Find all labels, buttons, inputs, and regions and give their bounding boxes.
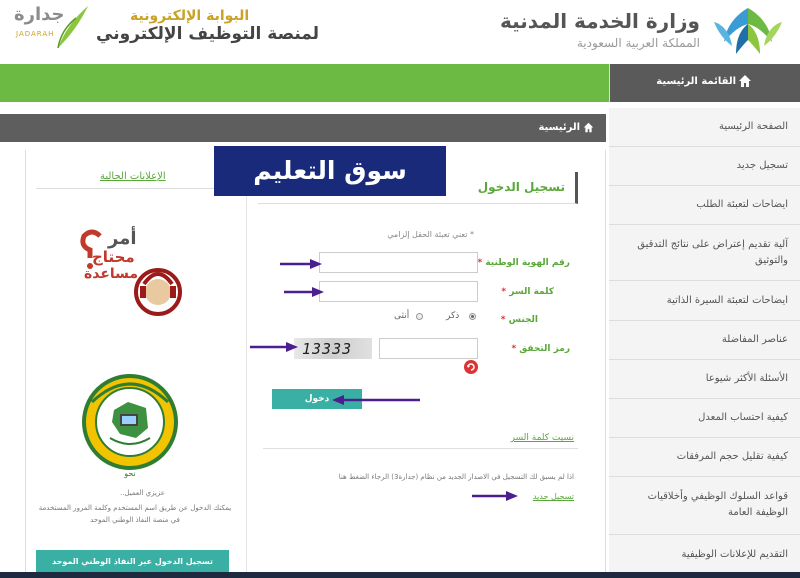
required-note: * تعني تعبئة الحقل إلزامي [387,230,474,239]
portal-label-small: البوابة الإلكترونية [130,8,250,24]
help-text-2: محتاج [92,248,135,266]
os-taskbar [0,572,800,578]
forgot-password-link[interactable]: نسيت كلمة السر [511,433,574,443]
sidebar-item-label: تسجيل جديد [736,160,788,171]
nafath-login-button[interactable]: تسجيل الدخول عبر النفاذ الوطني الموحد [36,550,229,574]
gender-female-radio[interactable] [416,313,423,320]
national-service-seal-icon: نحو [82,374,178,478]
ministry-subtitle: المملكة العربية السعودية [576,36,700,50]
sidebar-item-application-guide[interactable]: ايضاحات لتعبئة الطلب [609,186,800,225]
ministry-logo-icon [714,8,782,54]
gender-male-label: ذكر [446,311,460,321]
arrow-right-icon [284,287,324,297]
sidebar-item-objection[interactable]: آلية تقديم إعتراض على نتائج التدقيق والت… [609,225,800,281]
green-navbar [0,64,609,102]
sidebar-item-label: الصفحة الرئيسية [719,121,788,132]
home-icon [739,75,751,87]
jadarah-text-ar: جدارة [14,4,65,25]
gender-label: الجنس * [500,315,538,325]
site-header: وزارة الخدمة المدنية المملكة العربية الس… [0,0,800,64]
current-announcements-link[interactable]: الإعلانات الحالية [100,171,166,182]
arrow-right-icon [250,342,298,352]
gender-male-radio[interactable] [469,313,476,320]
login-title: تسجيل الدخول [477,180,565,194]
main-menu-header[interactable]: القائمة الرئيسية [609,64,800,102]
arrow-left-icon [332,395,420,405]
ministry-title: وزارة الخدمة المدنية [499,9,700,33]
arrow-right-icon [280,259,322,269]
help-text-3: مساعدة [84,266,139,282]
sidebar-item-gpa[interactable]: كيفية احتساب المعدل [609,399,800,438]
jadarah-text-en: JADARAH [16,30,55,38]
jadarah-logo: جدارة JADARAH [4,2,90,52]
sidebar-item-label: كيفية احتساب المعدل [698,412,788,423]
sidebar-item-cv-guide[interactable]: ايضاحات لتعبئة السيرة الذاتية [609,281,800,321]
register-new-link[interactable]: تسجيل جديد [533,492,574,501]
sidebar-item-label: الأسئلة الأكثر شيوعا [705,373,788,384]
sidebar-item-register[interactable]: تسجيل جديد [609,147,800,186]
sidebar-item-criteria[interactable]: عناصر المفاضلة [609,321,800,360]
dear-user-text: عزيزي العميل.. [120,489,165,497]
sidebar-item-label: كيفية تقليل حجم المرفقات [676,451,788,462]
sidebar-item-attachments[interactable]: كيفية تقليل حجم المرفقات [609,438,800,477]
sidebar-item-label: التقديم للإعلانات الوظيفية [681,549,788,560]
national-id-label: رقم الهوية الوطنية * [477,258,570,268]
help-text-1: أمر [108,228,137,249]
announcements-header: الإعلانات الحالية [36,165,236,189]
sidebar-item-home[interactable]: الصفحة الرئيسية [609,108,800,147]
sidebar-item-label: قواعد السلوك الوظيفي وأخلاقيات الوظيفة ا… [647,491,788,518]
sidebar-item-faq[interactable]: الأسئلة الأكثر شيوعا [609,360,800,399]
breadcrumb: الرئيسية [0,114,606,142]
column-divider [246,150,247,578]
captcha-label: رمز التحقق * [511,344,570,354]
sidebar-item-label: ايضاحات لتعبئة الطلب [696,199,788,210]
need-help-graphic[interactable]: أمر محتاج مساعدة [70,224,200,330]
national-id-input[interactable] [319,252,478,273]
nafath-description: يمكنك الدخول عن طريق اسم المستخدم وكلمة … [38,504,232,524]
separator [263,448,578,449]
sidebar-item-label: عناصر المفاضلة [721,334,788,345]
captcha-input[interactable] [379,338,478,359]
watermark-banner: سوق التعليم المجاني [214,146,446,235]
gender-female-label: أنثى [394,311,410,321]
sidebar-item-conduct[interactable]: قواعد السلوك الوظيفي وأخلاقيات الوظيفة ا… [609,477,800,535]
password-label: كلمة السر * [501,287,554,297]
svg-text:نحو: نحو [123,469,136,478]
refresh-captcha-icon[interactable] [464,360,478,374]
home-icon [583,122,594,133]
sidebar-item-label: ايضاحات لتعبئة السيرة الذاتية [666,295,788,306]
first-time-note: اذا لم يسبق لك التسجيل في الاصدار الجديد… [338,473,574,481]
sidebar-item-label: آلية تقديم إعتراض على نتائج التدقيق والت… [637,239,788,266]
main-menu-label: القائمة الرئيسية [656,76,736,87]
portal-label-big: لمنصة التوظيف الإلكتروني [96,24,320,44]
arrow-right-icon [472,491,518,501]
captcha-image: 13333 [294,338,372,359]
password-input[interactable] [319,281,478,302]
breadcrumb-home-link[interactable]: الرئيسية [538,122,580,133]
sidebar-menu: الصفحة الرئيسية تسجيل جديد ايضاحات لتعبئ… [609,108,800,578]
